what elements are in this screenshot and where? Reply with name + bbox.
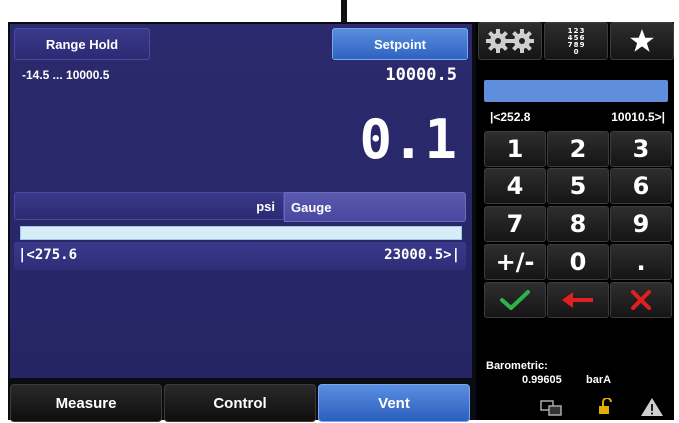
key-2[interactable]: 2 xyxy=(547,131,609,167)
key-3[interactable]: 3 xyxy=(610,131,672,167)
x-icon xyxy=(631,290,651,310)
key-6[interactable]: 6 xyxy=(610,168,672,204)
key-8[interactable]: 8 xyxy=(547,206,609,242)
check-icon xyxy=(500,290,530,310)
key-9[interactable]: 9 xyxy=(610,206,672,242)
numeric-keypad-icon: 123 456 789 0 xyxy=(568,27,585,56)
key-4[interactable]: 4 xyxy=(484,168,546,204)
setpoint-button[interactable]: Setpoint xyxy=(332,28,468,60)
tab-vent-label: Vent xyxy=(378,394,410,412)
unit-bar[interactable]: psi Gauge xyxy=(14,192,466,222)
key-3-label: 3 xyxy=(632,135,650,163)
barometric-value: 0.99605 xyxy=(522,374,562,386)
numeric-keypad-button[interactable]: 123 456 789 0 xyxy=(544,22,608,60)
barometric-unit: barA xyxy=(586,374,612,386)
limit-high: 23000.5>| xyxy=(384,247,460,263)
keypad-range-low: |<252.8 xyxy=(490,110,531,124)
accept-button[interactable] xyxy=(484,282,546,318)
key-plus-minus-label: +/- xyxy=(495,248,535,276)
key-8-label: 8 xyxy=(569,210,587,238)
cancel-button[interactable] xyxy=(610,282,672,318)
key-plus-minus[interactable]: +/- xyxy=(484,244,546,280)
svg-text:7: 7 xyxy=(568,41,573,49)
network-icon[interactable] xyxy=(540,400,562,416)
key-1-label: 1 xyxy=(506,135,524,163)
setpoint-label: Setpoint xyxy=(374,36,426,52)
key-5-label: 5 xyxy=(569,172,587,200)
mode-label: Gauge xyxy=(291,199,332,215)
key-9-label: 9 xyxy=(632,210,650,238)
settings-button[interactable] xyxy=(478,22,542,60)
backspace-button[interactable] xyxy=(547,282,609,318)
tab-control-label: Control xyxy=(213,394,267,412)
key-6-label: 6 xyxy=(632,172,650,200)
barometric-label: Barometric: xyxy=(486,360,548,372)
key-1[interactable]: 1 xyxy=(484,131,546,167)
tab-control[interactable]: Control xyxy=(164,384,316,422)
key-decimal[interactable]: . xyxy=(610,244,672,280)
range-text: -14.5 ... 10000.5 xyxy=(22,68,110,82)
range-hold-label: Range Hold xyxy=(45,36,119,52)
key-4-label: 4 xyxy=(506,172,524,200)
setpoint-value: 10000.5 xyxy=(385,65,457,85)
arrow-left-icon xyxy=(562,292,593,308)
unlock-icon[interactable] xyxy=(597,397,615,416)
tab-vent[interactable]: Vent xyxy=(318,384,470,422)
unit-label: psi xyxy=(256,198,275,214)
key-7[interactable]: 7 xyxy=(484,206,546,242)
mode-selector[interactable]: Gauge xyxy=(284,192,466,222)
pressure-reading: 0.1 xyxy=(359,108,457,171)
svg-text:9: 9 xyxy=(580,41,585,49)
key-0[interactable]: 0 xyxy=(547,244,609,280)
key-0-label: 0 xyxy=(569,248,587,276)
favorite-button[interactable] xyxy=(610,22,674,60)
key-2-label: 2 xyxy=(569,135,587,163)
key-decimal-label: . xyxy=(636,248,646,276)
key-7-label: 7 xyxy=(506,210,524,238)
star-icon xyxy=(630,29,654,52)
entry-field[interactable] xyxy=(484,80,668,102)
range-hold-button[interactable]: Range Hold xyxy=(14,28,150,60)
keypad-range-high: 10010.5>| xyxy=(611,110,665,124)
unit-selector[interactable]: psi xyxy=(14,192,284,220)
warning-icon[interactable] xyxy=(640,397,664,417)
svg-text:0: 0 xyxy=(574,48,579,56)
tab-measure-label: Measure xyxy=(55,394,117,412)
key-5[interactable]: 5 xyxy=(547,168,609,204)
progress-bar xyxy=(20,226,462,240)
gears-icon xyxy=(486,29,534,53)
tab-measure[interactable]: Measure xyxy=(10,384,162,422)
limit-low: |<275.6 xyxy=(18,247,78,263)
limits-bar: |<275.6 23000.5>| xyxy=(14,242,466,270)
